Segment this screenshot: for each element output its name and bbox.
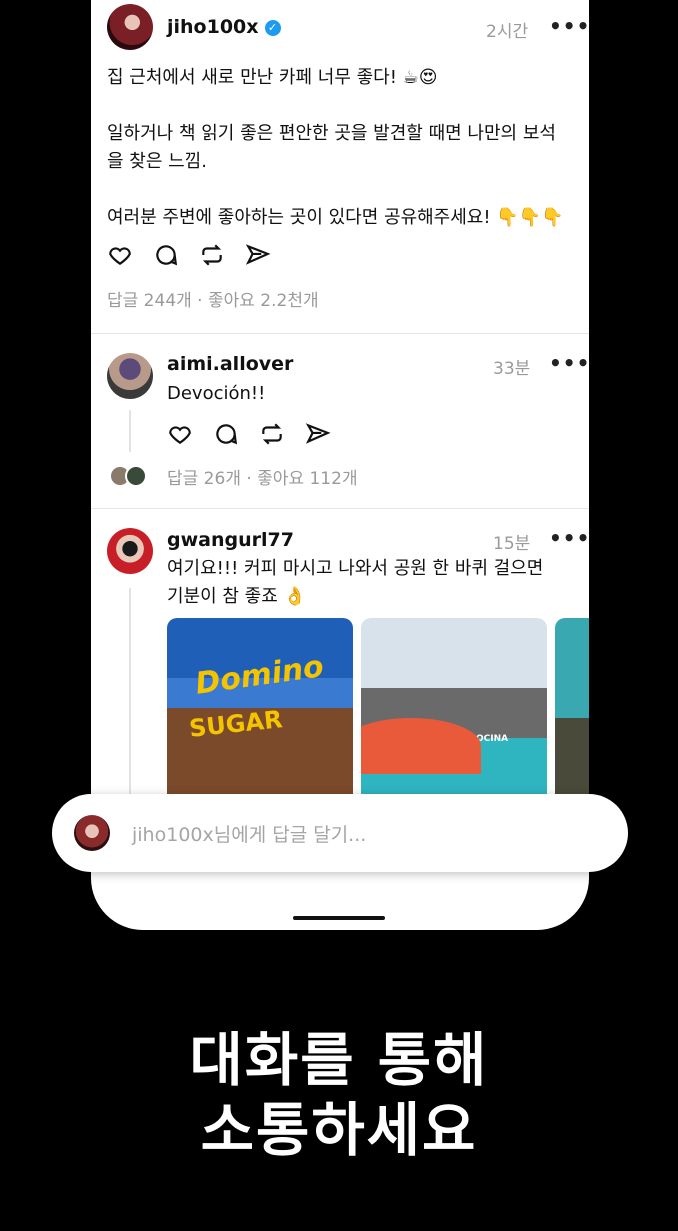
more-options-button[interactable]: ••• <box>549 14 589 38</box>
post-actions <box>107 242 271 268</box>
headline-line2: 소통하세요 <box>200 1096 478 1164</box>
reply1-actions <box>167 421 331 447</box>
thread-view: jiho100x ✓ 2시간 ••• 집 근처에서 새로 만난 카페 너무 좋다!… <box>91 0 589 800</box>
divider <box>91 508 589 509</box>
avatar-jiho100x[interactable] <box>107 4 153 50</box>
reply-image-tacocina[interactable]: TACOCINA <box>361 618 547 800</box>
headline-line1: 대화를 통해 <box>189 1026 489 1094</box>
promo-headline: 대화를 통해 소통하세요 <box>0 1025 678 1165</box>
share-icon[interactable] <box>305 421 331 447</box>
reply1-text: Devoción!! <box>167 383 266 404</box>
reply2-time: 15분 <box>493 534 531 554</box>
reply1-time: 33분 <box>493 359 531 379</box>
reply-image-partial[interactable] <box>555 618 589 800</box>
reply1-stats[interactable]: 답글 26개 · 좋아요 112개 <box>167 464 358 489</box>
comment-icon[interactable] <box>213 421 239 447</box>
post-time: 2시간 <box>486 22 529 42</box>
reply2-more-button[interactable]: ••• <box>549 526 589 550</box>
thread-line <box>129 410 131 452</box>
home-indicator <box>293 916 385 920</box>
reply-image-domino-sugar[interactable]: Domino SUGAR <box>167 618 353 800</box>
post-username[interactable]: jiho100x ✓ <box>167 16 281 38</box>
reply-input[interactable]: jiho100x님에게 답글 달기... <box>132 820 366 847</box>
comment-icon[interactable] <box>153 242 179 268</box>
verified-badge-icon: ✓ <box>264 20 281 36</box>
image-sign-text: Domino <box>193 649 326 702</box>
repost-icon[interactable] <box>259 421 285 447</box>
reply1-username[interactable]: aimi.allover <box>167 353 293 375</box>
reply2-username[interactable]: gwangurl77 <box>167 529 294 551</box>
image-sign-text: SUGAR <box>187 705 284 743</box>
repost-icon[interactable] <box>199 242 225 268</box>
share-icon[interactable] <box>245 242 271 268</box>
reply1-more-button[interactable]: ••• <box>549 351 589 375</box>
divider <box>91 333 589 334</box>
username-text[interactable]: jiho100x <box>167 16 259 38</box>
heart-icon[interactable] <box>167 421 193 447</box>
avatar-gwangurl[interactable] <box>107 528 153 574</box>
post-text: 집 근처에서 새로 만난 카페 너무 좋다! ☕😍 일하거나 책 읽기 좋은 편… <box>107 67 564 228</box>
avatar-aimi[interactable] <box>107 353 153 399</box>
composer-avatar <box>74 815 110 851</box>
post-stats[interactable]: 답글 244개 · 좋아요 2.2천개 <box>107 286 319 311</box>
reply-composer[interactable]: jiho100x님에게 답글 달기... <box>52 794 628 872</box>
umbrella <box>361 718 481 774</box>
thread-line <box>129 588 131 800</box>
phone-screen: jiho100x ✓ 2시간 ••• 집 근처에서 새로 만난 카페 너무 좋다!… <box>91 0 589 930</box>
replier-avatar <box>125 465 147 487</box>
reply2-text: 여기요!!! 커피 마시고 나와서 공원 한 바퀴 걸으면 기분이 참 좋죠 👌 <box>167 558 544 607</box>
heart-icon[interactable] <box>107 242 133 268</box>
